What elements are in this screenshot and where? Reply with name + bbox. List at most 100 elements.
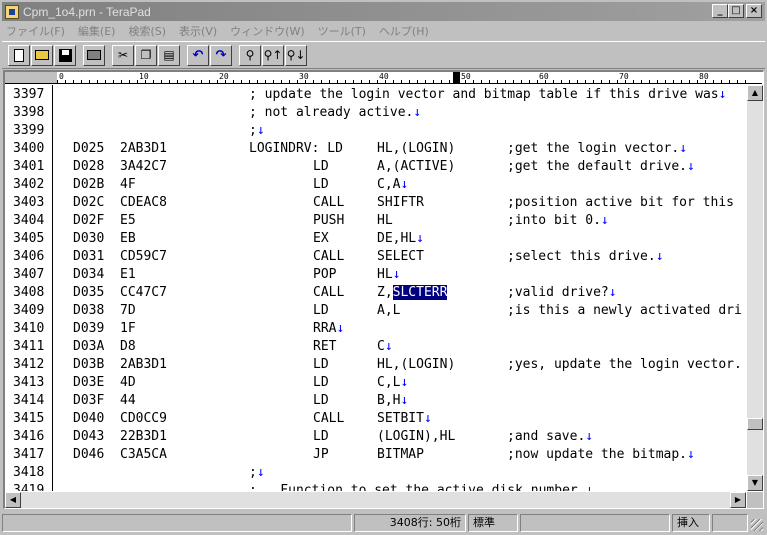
vertical-scroll-thumb[interactable] bbox=[747, 418, 763, 430]
window-title: Cpm_1o4.prn - TeraPad bbox=[23, 4, 151, 19]
editor-line[interactable]: 3401 D028 3A42C7 LD A,(ACTIVE) ;get the defau… bbox=[5, 157, 749, 175]
mnemonic-cell: CALL bbox=[313, 411, 345, 426]
return-mark: ↓ bbox=[423, 411, 432, 426]
line-number: 3412 bbox=[13, 357, 45, 372]
editor-line[interactable]: 3403 D02C CDEAC8 CALL SHIFTR ;position active… bbox=[5, 193, 749, 211]
editor-line[interactable]: 3402 D02B 4F LD C,A↓ bbox=[5, 175, 749, 193]
editor-line[interactable]: 3400 D025 2AB3D1 LOGINDRV: LD HL,(LOGIN) ;get… bbox=[5, 139, 749, 157]
menu-file[interactable]: ファイル(F) bbox=[6, 23, 65, 39]
print-button[interactable] bbox=[83, 44, 105, 66]
comment-cell: ;into bit 0.↓ bbox=[507, 213, 609, 228]
status-bar: 3408行: 50桁 標準 挿入 bbox=[2, 513, 765, 533]
redo-button[interactable]: ↷ bbox=[210, 44, 232, 66]
ruler-mark: 20 bbox=[219, 72, 229, 81]
return-mark: ↓ bbox=[718, 87, 727, 102]
operand-cell: HL,(LOGIN) bbox=[377, 141, 456, 156]
app-icon[interactable] bbox=[5, 4, 19, 19]
editor[interactable]: 0 10 20 30 40 50 60 70 80 3397 ; update t… bbox=[3, 70, 764, 509]
editor-line[interactable]: 3408 D035 CC47C7 CALL Z,SLCTERR ;valid drive?… bbox=[5, 283, 749, 301]
mnemonic-cell: CALL bbox=[313, 249, 345, 264]
return-mark: ↓ bbox=[413, 105, 422, 120]
address-cell: D039 bbox=[73, 321, 105, 336]
find-button[interactable]: ⚲ bbox=[239, 44, 261, 66]
find-prev-button[interactable]: ⚲↓ bbox=[285, 44, 307, 66]
editor-line[interactable]: 3404 D02F E5 PUSH HL ;into bit 0.↓ bbox=[5, 211, 749, 229]
horizontal-scrollbar[interactable]: ◀ ▶ bbox=[5, 492, 746, 508]
editor-line[interactable]: 3409 D038 7D LD A,L ;is this a newly activate… bbox=[5, 301, 749, 319]
mnemonic-cell: POP bbox=[313, 267, 337, 282]
operand-cell: HL,(LOGIN) bbox=[377, 357, 456, 372]
return-mark: ↓ bbox=[687, 159, 695, 174]
line-number: 3404 bbox=[13, 213, 45, 228]
opcode-hex-cell: CC47C7 bbox=[120, 285, 167, 300]
close-button[interactable]: × bbox=[746, 4, 762, 18]
title-bar[interactable]: Cpm_1o4.prn - TeraPad _ □ × bbox=[2, 2, 765, 21]
operand-cell: C,L↓ bbox=[377, 375, 409, 390]
editor-line[interactable]: 3415 D040 CD0CC9 CALL SETBIT↓ bbox=[5, 409, 749, 427]
editor-line[interactable]: 3413 D03E 4D LD C,L↓ bbox=[5, 373, 749, 391]
cursor-position: 3408行: 50桁 bbox=[354, 514, 466, 532]
address-cell: D040 bbox=[73, 411, 105, 426]
line-number: 3419 bbox=[13, 483, 45, 491]
editor-line[interactable]: 3412 D03B 2AB3D1 LD HL,(LOGIN) ;yes, update t… bbox=[5, 355, 749, 373]
opcode-hex-cell: 44 bbox=[120, 393, 136, 408]
maximize-button[interactable]: □ bbox=[728, 4, 744, 18]
menu-search[interactable]: 検索(S) bbox=[128, 23, 166, 39]
editor-line[interactable]: 3398 ; not already active.↓ bbox=[5, 103, 749, 121]
return-mark: ↓ bbox=[400, 177, 409, 192]
text-area[interactable]: 3397 ; update the login vector and bitmap… bbox=[5, 85, 749, 491]
undo-button[interactable]: ↶ bbox=[187, 44, 209, 66]
scroll-left-button[interactable]: ◀ bbox=[5, 492, 21, 508]
resize-grip[interactable] bbox=[751, 519, 763, 531]
editor-line[interactable]: 3418 ;↓ bbox=[5, 463, 749, 481]
editor-line[interactable]: 3399 ;↓ bbox=[5, 121, 749, 139]
return-mark: ↓ bbox=[687, 447, 695, 462]
editor-line[interactable]: 3416 D043 22B3D1 LD (LOGIN),HL ;and save.↓ bbox=[5, 427, 749, 445]
save-button[interactable] bbox=[54, 44, 76, 66]
editor-line[interactable]: 3414 D03F 44 LD B,H↓ bbox=[5, 391, 749, 409]
opcode-hex-cell: CD0CC9 bbox=[120, 411, 167, 426]
copy-button[interactable]: ❐ bbox=[135, 44, 157, 66]
editor-line[interactable]: 3407 D034 E1 POP HL↓ bbox=[5, 265, 749, 283]
editor-line[interactable]: 3411 D03A D8 RET C↓ bbox=[5, 337, 749, 355]
mnemonic-cell: JP bbox=[313, 447, 329, 462]
menu-help[interactable]: ヘルプ(H) bbox=[379, 23, 429, 39]
mnemonic-cell: LD bbox=[313, 375, 329, 390]
ruler-mark: 50 bbox=[461, 72, 471, 81]
editor-line[interactable]: 3406 D031 CD59C7 CALL SELECT ;select this dri… bbox=[5, 247, 749, 265]
cut-button[interactable]: ✂ bbox=[112, 44, 134, 66]
scroll-corner bbox=[747, 492, 763, 508]
comment-cell: ;yes, update the login vector. bbox=[507, 357, 742, 372]
editor-line[interactable]: 3405 D030 EB EX DE,HL↓ bbox=[5, 229, 749, 247]
new-file-button[interactable] bbox=[8, 44, 30, 66]
operand-cell: A,L bbox=[377, 303, 401, 318]
editor-line[interactable]: 3410 D039 1F RRA↓ bbox=[5, 319, 749, 337]
ruler-mark: 10 bbox=[139, 72, 149, 81]
minimize-button[interactable]: _ bbox=[712, 4, 728, 18]
menu-edit[interactable]: 編集(E) bbox=[78, 23, 116, 39]
find-next-button[interactable]: ⚲↑ bbox=[262, 44, 284, 66]
scroll-down-button[interactable]: ▼ bbox=[747, 475, 763, 491]
comment-cell: ;position active bit for this bbox=[507, 195, 734, 210]
editor-line[interactable]: 3419 ; Function to set the active disk nu… bbox=[5, 481, 749, 491]
scroll-up-button[interactable]: ▲ bbox=[747, 85, 763, 101]
return-mark: ↓ bbox=[256, 465, 265, 480]
label-cell: ;↓ bbox=[249, 123, 265, 138]
menu-view[interactable]: 表示(V) bbox=[179, 23, 217, 39]
editor-line[interactable]: 3417 D046 C3A5CA JP BITMAP ;now update the bi… bbox=[5, 445, 749, 463]
open-button[interactable] bbox=[31, 44, 53, 66]
operand-cell: (LOGIN),HL bbox=[377, 429, 456, 444]
scroll-right-button[interactable]: ▶ bbox=[730, 492, 746, 508]
operand-cell: C,A↓ bbox=[377, 177, 409, 192]
toolbar: ✂ ❐ ▤ ↶ ↷ ⚲ ⚲↑ ⚲↓ bbox=[2, 41, 765, 69]
editor-line[interactable]: 3397 ; update the login vector and bitmap… bbox=[5, 85, 749, 103]
vertical-scrollbar[interactable]: ▲ ▼ bbox=[747, 85, 763, 491]
insert-mode-indicator: 挿入 bbox=[672, 514, 710, 532]
paste-button[interactable]: ▤ bbox=[158, 44, 180, 66]
menu-tools[interactable]: ツール(T) bbox=[318, 23, 366, 39]
mnemonic-cell: LD bbox=[313, 357, 329, 372]
line-number: 3397 bbox=[13, 87, 45, 102]
mnemonic-cell: EX bbox=[313, 231, 329, 246]
mnemonic-cell: LD bbox=[313, 393, 329, 408]
menu-window[interactable]: ウィンドウ(W) bbox=[230, 23, 304, 39]
